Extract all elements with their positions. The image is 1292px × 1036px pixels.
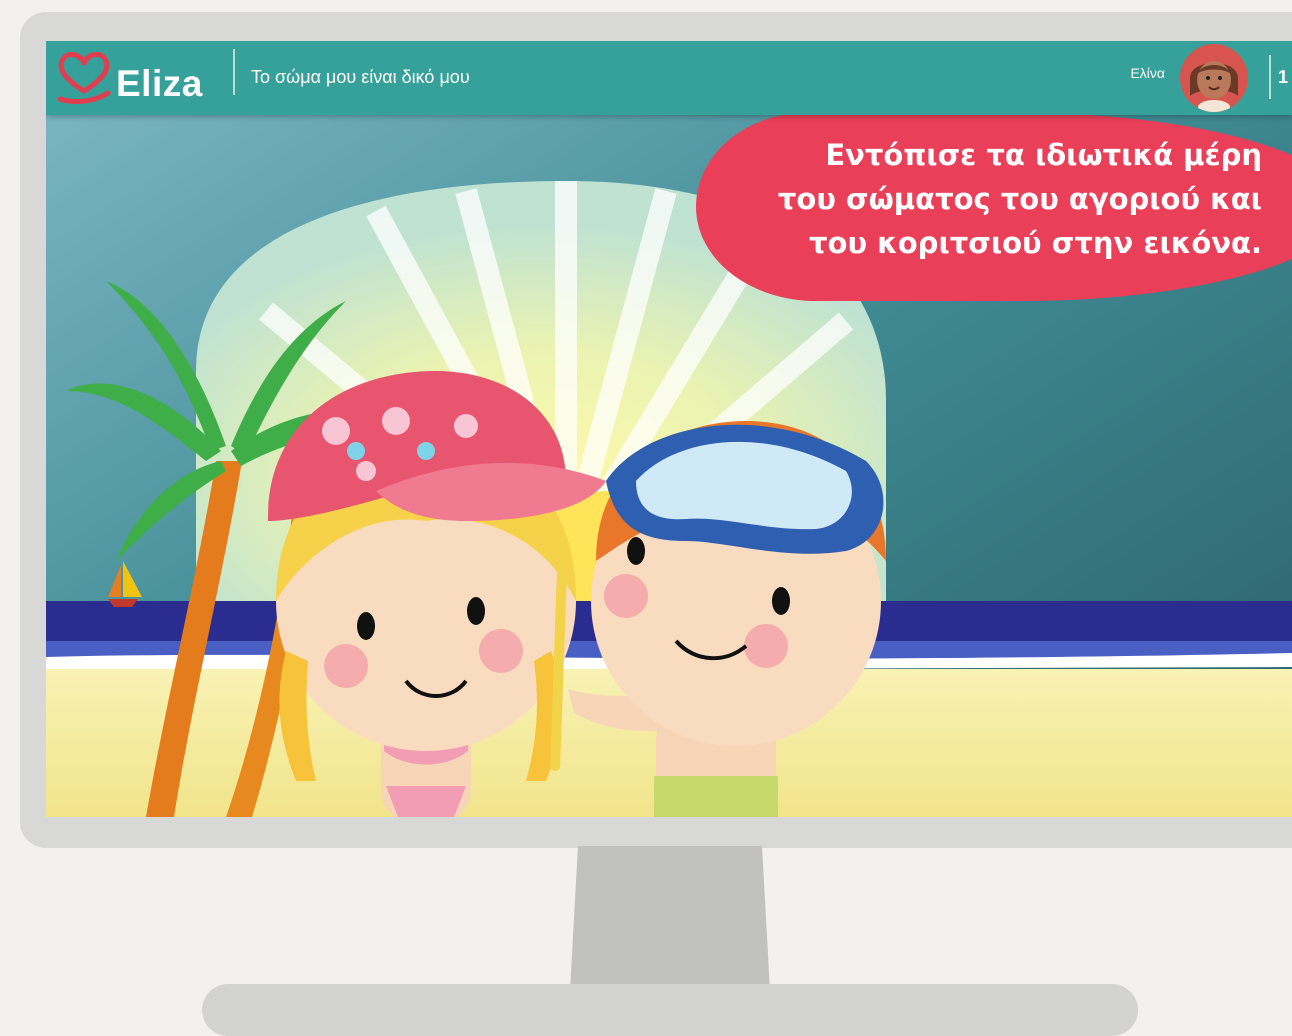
page-title: Το σώμα μου είναι δικό μου xyxy=(251,67,470,87)
app-screen: Εντόπισε τα ιδιωτικά μέρη του σώματος το… xyxy=(46,41,1292,817)
user-name[interactable]: Ελίνα xyxy=(1130,65,1165,81)
heart-logo-icon xyxy=(57,52,111,104)
header-divider xyxy=(233,49,235,95)
header-divider-right xyxy=(1269,55,1271,99)
logo-text: Eliza xyxy=(116,63,203,104)
girl-avatar-icon xyxy=(1180,44,1248,112)
instruction-text: Εντόπισε τα ιδιωτικά μέρη του σώματος το… xyxy=(777,138,1262,260)
monitor-base xyxy=(202,984,1138,1036)
avatar[interactable] xyxy=(1180,44,1248,112)
score-counter: 1 xyxy=(1278,67,1289,87)
app-header: Eliza Το σώμα μου είναι δικό μου Ελίνα 1 xyxy=(46,41,1292,115)
monitor-stand xyxy=(570,846,770,991)
app-logo[interactable]: Eliza xyxy=(56,47,226,107)
